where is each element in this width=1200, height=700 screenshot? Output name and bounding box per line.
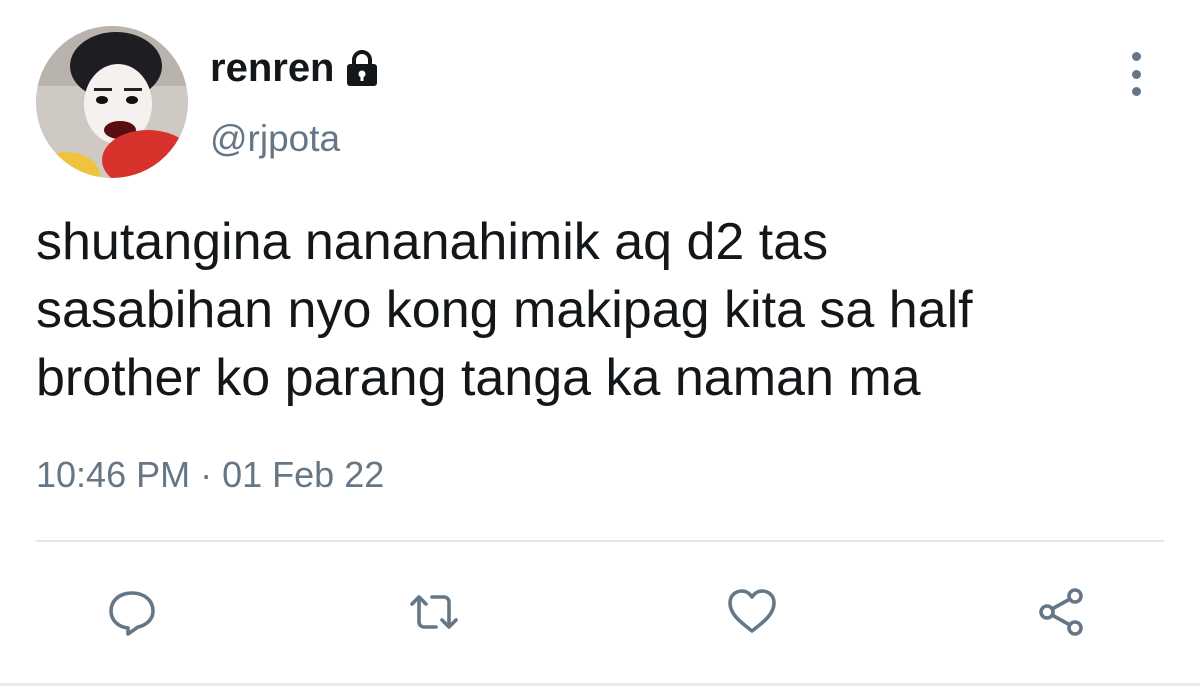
share-icon (1039, 588, 1083, 636)
retweet-icon (410, 595, 458, 629)
tweet-card: renren @rjpota shutangina nananahimik aq… (0, 0, 1200, 700)
divider (36, 540, 1164, 542)
tweet-date: 01 Feb 22 (222, 454, 385, 495)
lock-icon (346, 50, 377, 86)
more-options-button[interactable] (1118, 52, 1154, 96)
bottom-border (0, 683, 1200, 686)
tweet-timestamp[interactable]: 10:46 PM · 01 Feb 22 (36, 452, 384, 498)
heart-icon (728, 589, 776, 633)
retweet-button[interactable] (404, 582, 464, 642)
timestamp-separator: · (200, 454, 213, 495)
avatar[interactable] (36, 26, 188, 178)
tweet-text: shutangina nananahimik aq d2 tas sasabih… (36, 213, 973, 407)
display-name[interactable]: renren (210, 44, 335, 92)
like-button[interactable] (722, 582, 782, 642)
user-handle[interactable]: @rjpota (210, 116, 340, 162)
display-name-row: renren (210, 44, 379, 92)
more-options-icon (1131, 52, 1141, 61)
share-button[interactable] (1032, 582, 1092, 642)
avatar-image (36, 26, 188, 178)
reply-button[interactable] (102, 582, 162, 642)
reply-icon (109, 591, 155, 636)
tweet-time: 10:46 PM (36, 454, 191, 495)
